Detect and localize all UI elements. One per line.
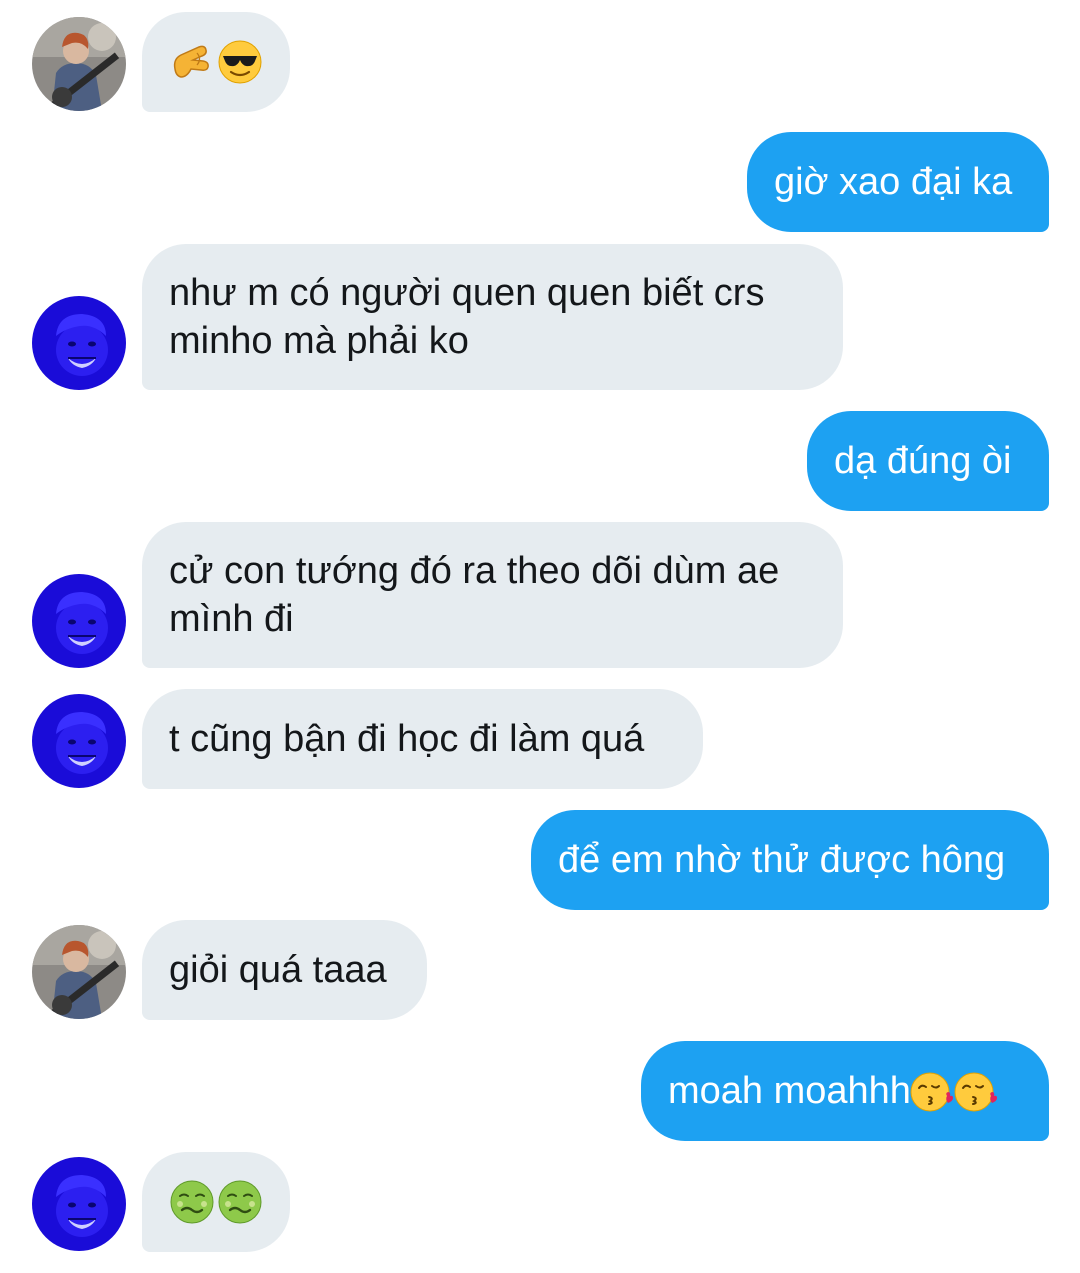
avatar[interactable] (32, 694, 126, 788)
sunglasses-emoji (217, 39, 263, 85)
message-text-line: cử con tướng đó ra theo dõi dùm ae (169, 550, 780, 592)
blue-photo-avatar (32, 1157, 126, 1251)
incoming-message-bubble[interactable]: giỏi quá taaa (142, 920, 427, 1020)
incoming-message-bubble[interactable]: như m có người quen quen biết crs minho … (142, 244, 843, 390)
message-text-line: như m có người quen quen biết crs (169, 272, 765, 314)
incoming-message-bubble[interactable]: t cũng bận đi học đi làm quá (142, 689, 703, 789)
guitar-photo-avatar (32, 925, 126, 1019)
blue-photo-avatar (32, 296, 126, 390)
message-text: giỏi quá taaa (169, 949, 387, 991)
avatar[interactable] (32, 925, 126, 1019)
message-text: moah moahhh (668, 1070, 911, 1112)
nauseated-face-emoji (217, 1179, 263, 1225)
kissing-face-emoji (909, 1068, 955, 1114)
incoming-message-bubble[interactable] (142, 1152, 290, 1252)
outgoing-message-bubble[interactable]: moah moahhh (641, 1041, 1049, 1141)
avatar[interactable] (32, 296, 126, 390)
outgoing-message-bubble[interactable]: dạ đúng òi (807, 411, 1049, 511)
message-text-line: mình đi (169, 598, 294, 640)
guitar-photo-avatar (32, 17, 126, 111)
pinching-hand-emoji (169, 39, 215, 85)
blue-photo-avatar (32, 694, 126, 788)
avatar[interactable] (32, 1157, 126, 1251)
message-text: dạ đúng òi (834, 440, 1012, 482)
outgoing-message-bubble[interactable]: giờ xao đại ka (747, 132, 1049, 232)
nauseated-face-emoji (169, 1179, 215, 1225)
incoming-message-bubble[interactable]: cử con tướng đó ra theo dõi dùm ae mình … (142, 522, 843, 668)
message-text: để em nhờ thử được hông (558, 839, 1006, 881)
kissing-face-emoji (953, 1068, 999, 1114)
outgoing-message-bubble[interactable]: để em nhờ thử được hông (531, 810, 1049, 910)
message-text: giờ xao đại ka (774, 161, 1013, 203)
avatar[interactable] (32, 574, 126, 668)
incoming-message-bubble[interactable] (142, 12, 290, 112)
avatar[interactable] (32, 17, 126, 111)
message-text-line: minho mà phải ko (169, 320, 469, 362)
blue-photo-avatar (32, 574, 126, 668)
message-text: t cũng bận đi học đi làm quá (169, 718, 645, 760)
